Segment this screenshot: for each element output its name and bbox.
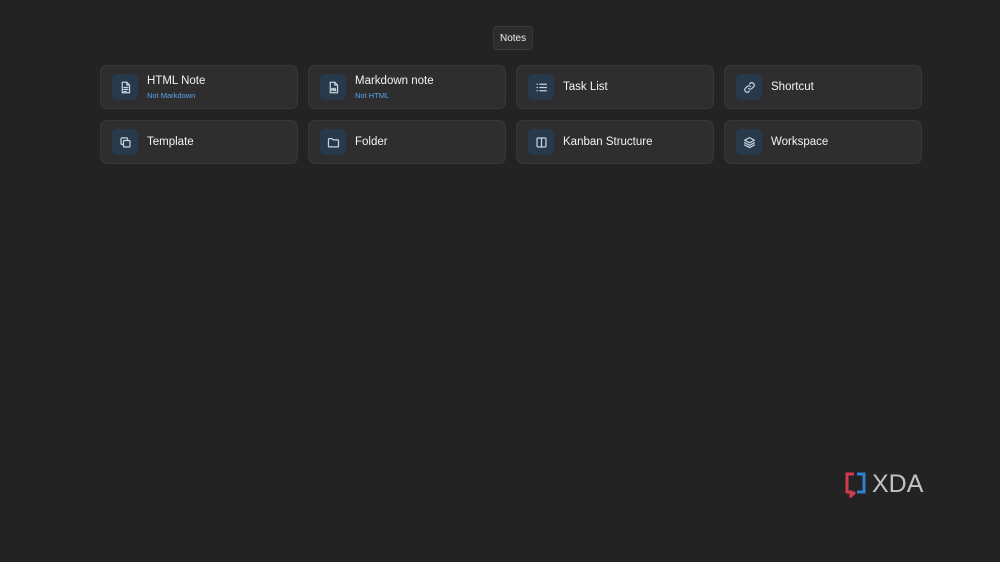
copy-icon xyxy=(112,129,138,155)
kanban-structure-button[interactable]: Kanban Structure xyxy=(516,120,714,164)
xda-logo-icon: XDA xyxy=(845,470,924,500)
card-title: Task List xyxy=(563,81,608,93)
columns-icon xyxy=(528,129,554,155)
markdown-note-button[interactable]: Markdown note Not HTML xyxy=(308,65,506,109)
folder-icon xyxy=(320,129,346,155)
task-list-button[interactable]: Task List xyxy=(516,65,714,109)
notes-tooltip: Notes xyxy=(493,26,534,50)
workspace-button[interactable]: Workspace xyxy=(724,120,922,164)
card-title: HTML Note xyxy=(147,74,206,87)
card-title: Shortcut xyxy=(771,81,814,93)
xda-watermark-logo: XDA xyxy=(845,470,940,500)
xda-logo-text: XDA xyxy=(872,470,924,498)
card-title: Workspace xyxy=(771,136,829,148)
markdown-file-icon xyxy=(320,74,346,100)
html-note-button[interactable]: HTML Note Not Markdown xyxy=(100,65,298,109)
folder-button[interactable]: Folder xyxy=(308,120,506,164)
shortcut-button[interactable]: Shortcut xyxy=(724,65,922,109)
layers-icon xyxy=(736,129,762,155)
card-subtitle: Not HTML xyxy=(355,90,390,100)
card-subtitle: Not Markdown xyxy=(147,90,196,100)
link-icon xyxy=(736,74,762,100)
card-title: Folder xyxy=(355,136,388,148)
card-title: Markdown note xyxy=(355,74,434,87)
create-item-grid: HTML Note Not Markdown Markdown note Not… xyxy=(100,65,922,164)
template-button[interactable]: Template xyxy=(100,120,298,164)
card-title: Template xyxy=(147,136,194,148)
list-icon xyxy=(528,74,554,100)
card-title: Kanban Structure xyxy=(563,136,653,148)
document-icon xyxy=(112,74,138,100)
